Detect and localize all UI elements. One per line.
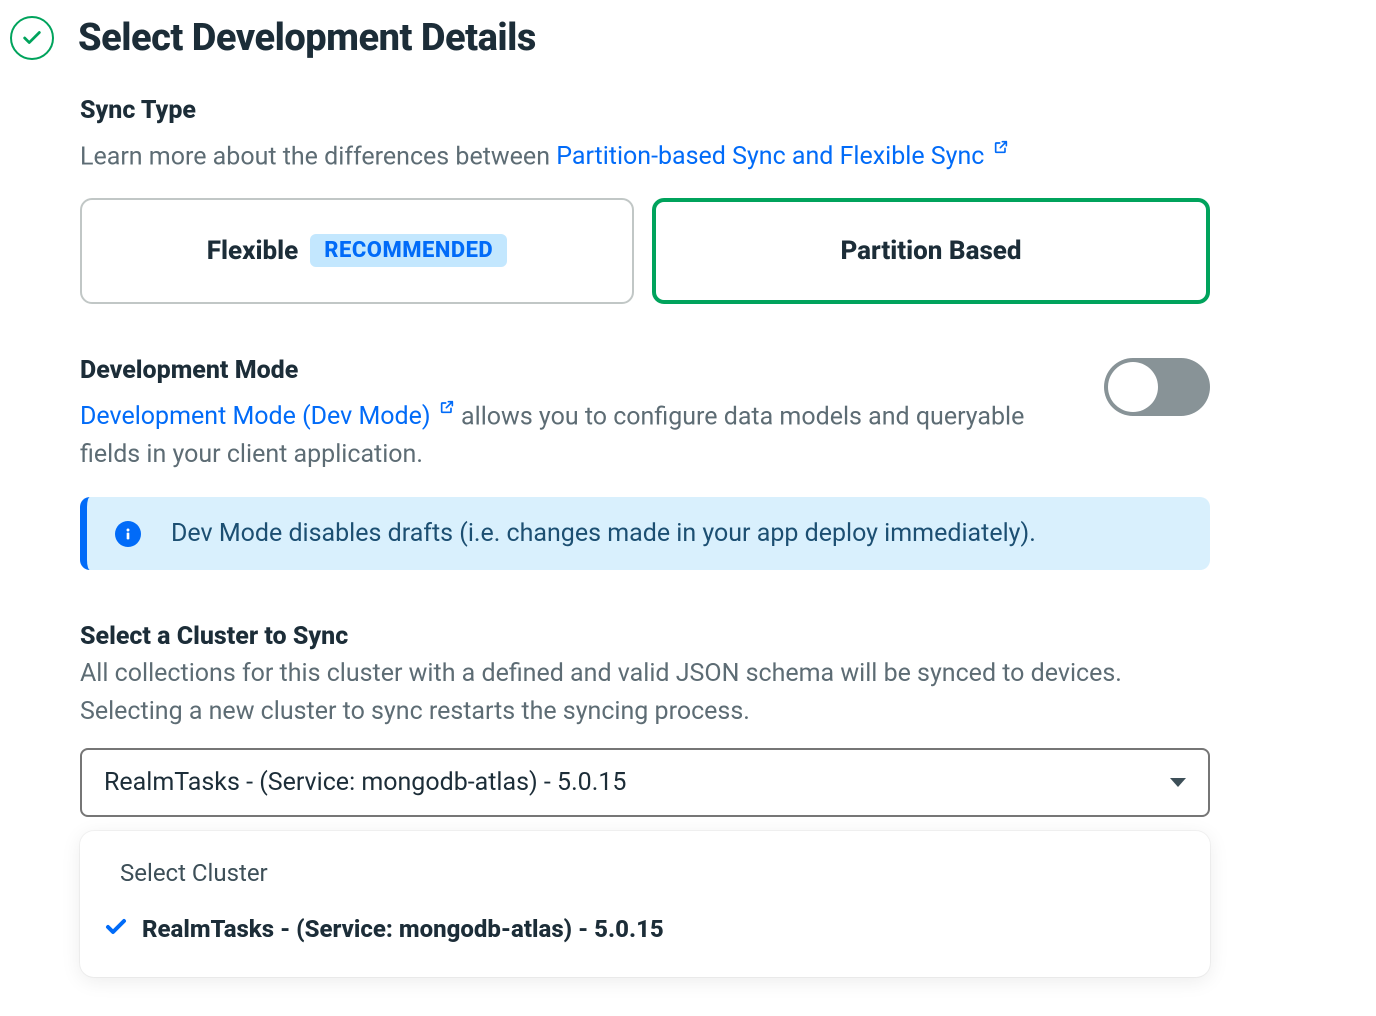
check-icon xyxy=(104,915,128,943)
dev-mode-banner-text: Dev Mode disables drafts (i.e. changes m… xyxy=(171,519,1036,548)
sync-type-title: Sync Type xyxy=(80,96,1210,125)
toggle-knob xyxy=(1108,362,1158,412)
info-icon xyxy=(115,521,141,547)
sync-type-section: Sync Type Learn more about the differenc… xyxy=(80,96,1210,304)
external-link-icon xyxy=(439,389,455,427)
sync-type-desc-prefix: Learn more about the differences between xyxy=(80,142,556,171)
cluster-desc: All collections for this cluster with a … xyxy=(80,655,1210,730)
dev-mode-section: Development Mode Development Mode (Dev M… xyxy=(80,356,1210,570)
page-title: Select Development Details xyxy=(78,16,536,60)
chevron-down-icon xyxy=(1170,778,1186,787)
dev-mode-info-banner: Dev Mode disables drafts (i.e. changes m… xyxy=(80,497,1210,570)
external-link-icon xyxy=(993,129,1009,167)
dev-mode-title: Development Mode xyxy=(80,356,1064,385)
cluster-title: Select a Cluster to Sync xyxy=(80,622,1210,651)
cluster-dropdown-item-label: RealmTasks - (Service: mongodb-atlas) - … xyxy=(142,915,664,943)
sync-option-flexible[interactable]: Flexible RECOMMENDED xyxy=(80,198,634,304)
cluster-dropdown: Select Cluster RealmTasks - (Service: mo… xyxy=(80,831,1210,977)
sync-option-flexible-label: Flexible xyxy=(207,236,298,266)
sync-type-link-text: Partition-based Sync and Flexible Sync xyxy=(556,142,984,171)
dev-mode-link-text: Development Mode (Dev Mode) xyxy=(80,402,431,431)
sync-option-partition[interactable]: Partition Based xyxy=(652,198,1210,304)
cluster-dropdown-item[interactable]: RealmTasks - (Service: mongodb-atlas) - … xyxy=(80,901,1210,957)
recommended-badge: RECOMMENDED xyxy=(310,234,507,267)
cluster-select[interactable]: RealmTasks - (Service: mongodb-atlas) - … xyxy=(80,748,1210,817)
sync-option-partition-label: Partition Based xyxy=(840,236,1021,266)
step-complete-icon xyxy=(10,16,54,60)
sync-type-desc: Learn more about the differences between… xyxy=(80,129,1210,176)
cluster-select-value: RealmTasks - (Service: mongodb-atlas) - … xyxy=(104,768,626,797)
cluster-section: Select a Cluster to Sync All collections… xyxy=(80,622,1210,977)
cluster-dropdown-header: Select Cluster xyxy=(80,845,1210,901)
dev-mode-toggle[interactable] xyxy=(1104,358,1210,416)
dev-mode-link[interactable]: Development Mode (Dev Mode) xyxy=(80,402,455,431)
sync-type-learn-more-link[interactable]: Partition-based Sync and Flexible Sync xyxy=(556,142,1008,171)
dev-mode-desc: Development Mode (Dev Mode) allows you t… xyxy=(80,389,1064,473)
